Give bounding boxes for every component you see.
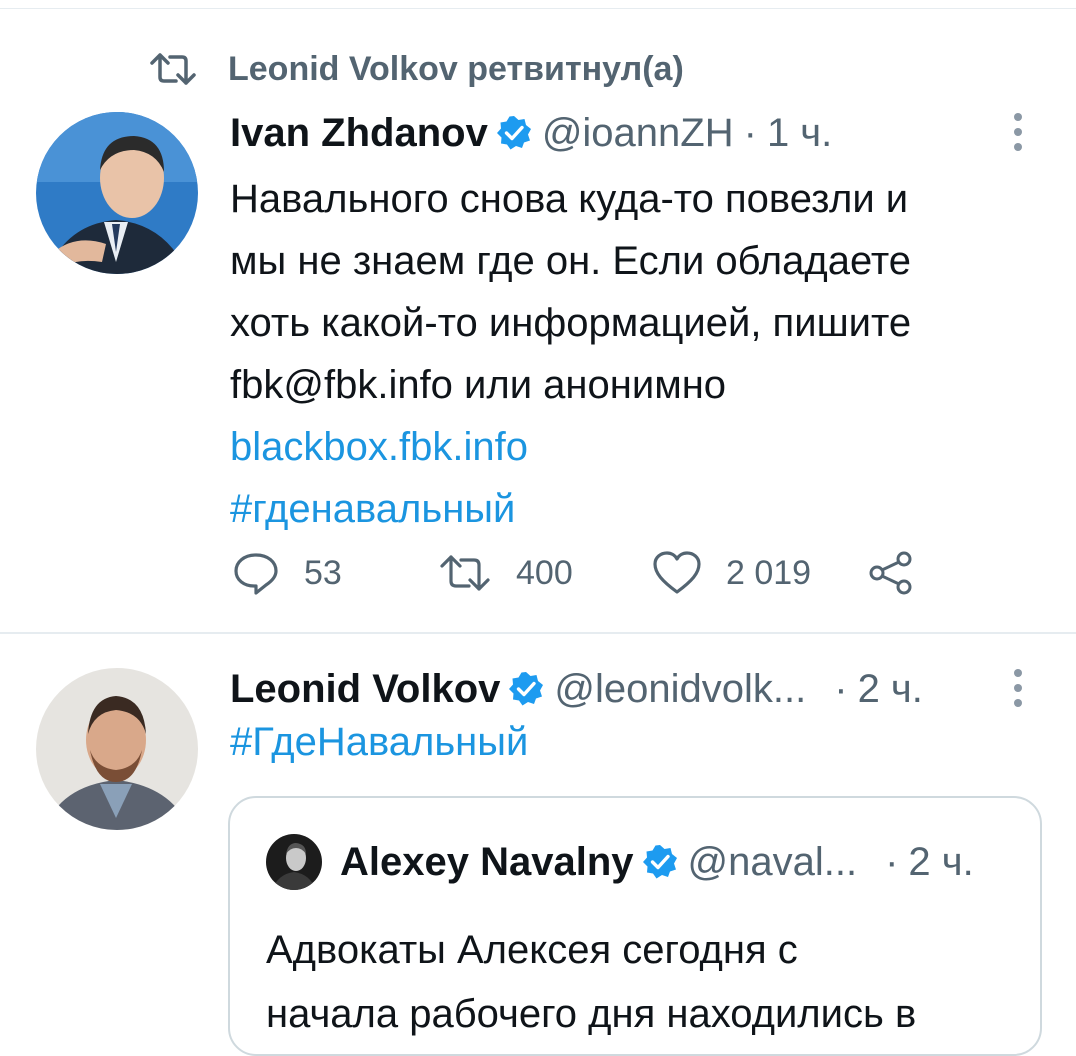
retweet-header-text: Leonid Volkov ретвитнул(а): [228, 49, 684, 88]
quoted-handle: @naval...: [687, 839, 858, 884]
quoted-text-line: начала рабочего дня находились в: [266, 992, 917, 1036]
retweet-button[interactable]: 400: [438, 548, 573, 598]
tweet1-more-options-icon[interactable]: [1012, 112, 1024, 152]
quoted-separator: ·: [885, 839, 899, 884]
tweet1-hashtag[interactable]: #гденавальный: [230, 478, 1040, 540]
reply-icon: [234, 553, 278, 595]
avatar-leonid-volkov[interactable]: [36, 668, 198, 830]
tweet2-more-options-icon[interactable]: [1012, 668, 1024, 708]
quoted-tweet-header: Alexey Navalny @naval... · 2 ч.: [266, 834, 974, 890]
avatar-alexey-navalny: [266, 834, 322, 890]
tweet1-text-line: Навального снова куда-то повезли и: [230, 177, 909, 221]
tweet1-timestamp[interactable]: 1 ч.: [767, 111, 832, 156]
avatar-ivan-zhdanov[interactable]: [36, 112, 198, 274]
tweet1-header: Ivan Zhdanov @ioannZH · 1 ч.: [230, 108, 832, 158]
quoted-tweet-text: Адвокаты Алексея сегодня с начала рабоче…: [266, 918, 1026, 1046]
tweet1-text-line: хоть какой-то информацией, пишите: [230, 301, 912, 345]
verified-badge-icon: [509, 672, 544, 706]
tweet2-header: Leonid Volkov @leonidvolk... · 2 ч.: [230, 664, 923, 714]
like-button[interactable]: 2 019: [652, 548, 811, 598]
quoted-text-line: Адвокаты Алексея сегодня с: [266, 928, 798, 972]
quoted-tweet-card[interactable]: Alexey Navalny @naval... · 2 ч. Адвокаты…: [228, 796, 1042, 1056]
heart-icon: [653, 551, 701, 594]
reply-count: 53: [304, 553, 342, 592]
like-count: 2 019: [726, 553, 812, 592]
retweet-count: 400: [516, 553, 573, 592]
tweet1-text-line: fbk@fbk.info или анонимно: [230, 363, 727, 407]
tweet2-handle[interactable]: @leonidvolk...: [554, 667, 806, 712]
share-icon: [869, 551, 912, 595]
tweet1-author-name[interactable]: Ivan Zhdanov: [230, 111, 488, 156]
tweet2-timestamp[interactable]: 2 ч.: [858, 667, 923, 712]
verified-badge-icon: [642, 845, 677, 879]
top-divider: [0, 8, 1076, 9]
retweet-icon: [150, 53, 196, 85]
verified-badge-icon: [496, 116, 531, 150]
tweet2-hashtag[interactable]: #ГдеНавальный: [230, 720, 528, 765]
tweet1-link[interactable]: blackbox.fbk.info: [230, 416, 1040, 478]
tweet-divider: [0, 632, 1076, 634]
tweet1-text: Навального снова куда-то повезли и мы не…: [230, 168, 1040, 540]
quoted-author-name: Alexey Navalny: [340, 839, 634, 884]
tweet1-handle[interactable]: @ioannZH: [542, 111, 734, 156]
reply-button[interactable]: 53: [232, 548, 342, 598]
tweet1-separator: ·: [743, 110, 757, 155]
retweet-icon: [440, 555, 490, 591]
retweet-header[interactable]: Leonid Volkov ретвитнул(а): [148, 44, 684, 94]
share-button[interactable]: [868, 548, 938, 598]
tweet2-separator: ·: [834, 666, 848, 711]
quoted-timestamp: 2 ч.: [908, 839, 974, 884]
tweet1-action-bar: 53 400 2 019: [232, 548, 932, 598]
tweet1-text-line: мы не знаем где он. Если обладаете: [230, 239, 911, 283]
tweet2-author-name[interactable]: Leonid Volkov: [230, 667, 500, 712]
